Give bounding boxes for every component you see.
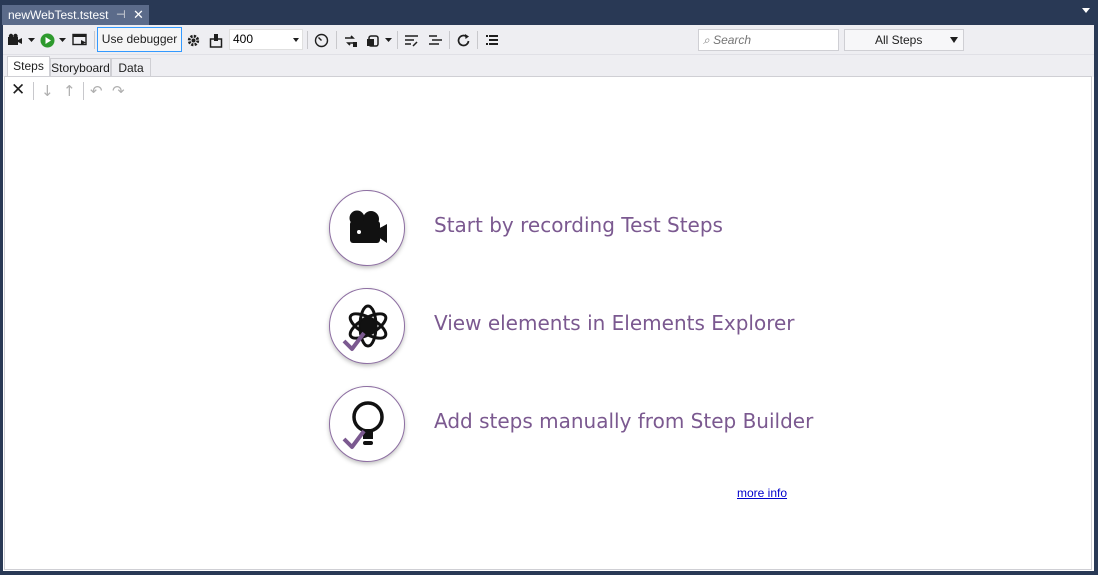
document-tab[interactable]: newWebTest.tstest ⊣ ✕ [2, 5, 149, 25]
toolbar-separator [83, 82, 84, 100]
tab-steps[interactable]: Steps [7, 56, 50, 77]
view-tabs: Steps Storyboard Data [3, 55, 1094, 77]
video-camera-icon [349, 210, 387, 243]
search-input[interactable] [713, 33, 832, 47]
list-view-icon[interactable] [484, 31, 500, 49]
elements-explorer-label[interactable]: View elements in Elements Explorer [434, 311, 795, 335]
record-dropdown-chevron-down-icon[interactable] [27, 31, 35, 49]
more-info-link[interactable]: more info [737, 486, 787, 500]
pin-icon[interactable]: ⊣ [116, 5, 126, 25]
timer-icon[interactable] [313, 31, 329, 49]
gear-icon[interactable] [185, 31, 201, 49]
database-dropdown-chevron-down-icon[interactable] [384, 31, 392, 49]
uncomment-icon[interactable] [427, 31, 443, 49]
search-icon: ⌕ [703, 33, 710, 47]
refresh-icon[interactable] [455, 31, 471, 49]
export-icon[interactable] [208, 31, 224, 49]
run-to-window-icon[interactable] [71, 31, 89, 49]
steps-filter-value: All Steps [875, 33, 923, 47]
tab-storyboard[interactable]: Storyboard [50, 58, 111, 77]
use-debugger-toggle-button[interactable]: Use debugger [97, 27, 182, 52]
sync-icon[interactable] [342, 31, 358, 49]
comment-icon[interactable] [403, 31, 419, 49]
elements-explorer-action[interactable]: View elements in Elements Explorer [329, 288, 809, 366]
tab-data[interactable]: Data [111, 58, 151, 77]
toolbar-separator [94, 31, 95, 49]
arrow-down-icon[interactable]: ↓ [41, 82, 54, 100]
undo-icon[interactable]: ↶ [90, 82, 103, 100]
toolbar-separator [397, 31, 398, 49]
redo-icon[interactable]: ↷ [112, 82, 125, 100]
database-icon[interactable] [365, 31, 381, 49]
chevron-down-icon [293, 38, 299, 42]
chevron-down-icon [950, 37, 958, 43]
tab-overflow-dropdown-icon[interactable] [1082, 8, 1090, 13]
elements-action-circle[interactable] [329, 288, 405, 364]
close-icon[interactable]: ✕ [133, 5, 144, 25]
step-delay-select[interactable]: 400 [229, 29, 303, 50]
test-editor-frame: Use debugger 400 ⌕ Search All Steps Step… [3, 25, 1094, 571]
step-builder-action-circle[interactable] [329, 386, 405, 462]
toolbar-separator [449, 31, 450, 49]
delete-icon[interactable]: ✕ [11, 80, 25, 100]
record-steps-action[interactable]: Start by recording Test Steps [329, 190, 809, 268]
record-action-circle[interactable] [329, 190, 405, 266]
record-icon[interactable] [7, 31, 23, 49]
toolbar-separator [477, 31, 478, 49]
toolbar-separator [33, 82, 34, 100]
record-steps-label[interactable]: Start by recording Test Steps [434, 213, 723, 237]
lightbulb-icon [342, 401, 384, 449]
run-icon[interactable] [39, 31, 55, 49]
steps-filter-select[interactable]: All Steps [844, 29, 964, 51]
step-builder-action[interactable]: Add steps manually from Step Builder [329, 386, 813, 464]
toolbar-separator [336, 31, 337, 49]
search-field[interactable]: ⌕ [698, 29, 839, 51]
toolbar-separator [307, 31, 308, 49]
arrow-up-icon[interactable]: ↑ [63, 82, 76, 100]
document-tabstrip: newWebTest.tstest ⊣ ✕ [0, 0, 1098, 25]
run-dropdown-chevron-down-icon[interactable] [58, 31, 66, 49]
main-toolbar: Use debugger 400 ⌕ Search All Steps [3, 25, 1094, 55]
document-tab-title: newWebTest.tstest [8, 8, 109, 22]
atom-icon [342, 304, 388, 351]
step-delay-value: 400 [233, 32, 254, 46]
step-builder-label[interactable]: Add steps manually from Step Builder [434, 409, 813, 433]
